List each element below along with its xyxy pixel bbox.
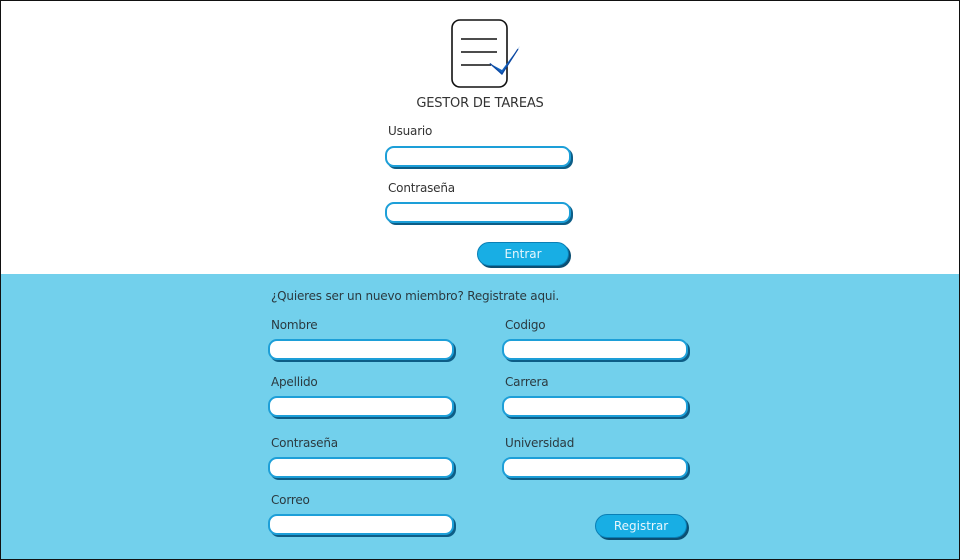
app-title: GESTOR DE TAREAS bbox=[416, 96, 544, 111]
correo-input[interactable] bbox=[268, 514, 454, 535]
nombre-input[interactable] bbox=[268, 339, 454, 360]
codigo-input[interactable] bbox=[502, 339, 688, 360]
carrera-label: Carrera bbox=[505, 375, 549, 389]
register-password-input[interactable] bbox=[268, 457, 454, 478]
codigo-label: Codigo bbox=[505, 318, 546, 332]
task-list-check-icon bbox=[451, 19, 520, 88]
apellido-label: Apellido bbox=[271, 375, 318, 389]
universidad-label: Universidad bbox=[505, 436, 575, 450]
correo-label: Correo bbox=[271, 493, 310, 507]
universidad-input[interactable] bbox=[502, 457, 688, 478]
carrera-input[interactable] bbox=[502, 396, 688, 417]
nombre-label: Nombre bbox=[271, 318, 318, 332]
password-input[interactable] bbox=[385, 202, 571, 223]
password-label: Contraseña bbox=[388, 181, 455, 195]
username-input[interactable] bbox=[385, 146, 571, 167]
login-button[interactable]: Entrar bbox=[477, 242, 569, 266]
username-label: Usuario bbox=[388, 124, 433, 138]
register-panel: ¿Quieres ser un nuevo miembro? Registrat… bbox=[0, 274, 960, 560]
apellido-input[interactable] bbox=[268, 396, 454, 417]
register-password-label: Contraseña bbox=[271, 436, 338, 450]
register-button[interactable]: Registrar bbox=[595, 514, 687, 538]
register-intro-text: ¿Quieres ser un nuevo miembro? Registrat… bbox=[271, 289, 560, 303]
